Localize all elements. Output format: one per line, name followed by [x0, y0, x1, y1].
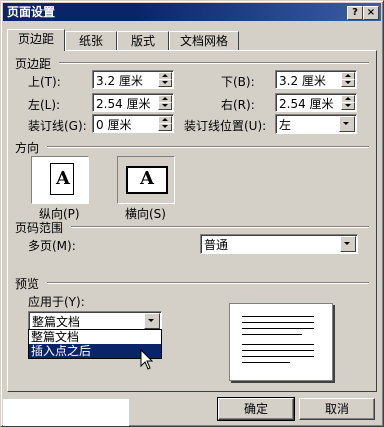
- apply-to-select[interactable]: 整篇文档: [28, 311, 162, 331]
- right-margin-spinner[interactable]: 2.54 厘米: [275, 93, 357, 112]
- preview-section-label: 预览: [15, 277, 40, 291]
- left-margin-spinner[interactable]: 2.54 厘米: [92, 93, 174, 112]
- left-margin-label: 左(L):: [28, 98, 61, 112]
- gutter-value: 0 厘米: [96, 118, 132, 132]
- tab-document-grid[interactable]: 文档网格: [169, 31, 239, 50]
- bottom-margin-label: 下(B):: [221, 75, 255, 89]
- blank-area: [3, 399, 129, 426]
- spin-down-icon[interactable]: [341, 102, 355, 110]
- top-margin-value: 3.2 厘米: [96, 74, 143, 88]
- apply-to-value: 整篇文档: [32, 315, 81, 329]
- spin-down-icon[interactable]: [158, 79, 172, 87]
- right-margin-label: 右(R):: [221, 98, 255, 112]
- orientation-section-label: 方向: [15, 141, 40, 155]
- cancel-button[interactable]: 取消: [299, 398, 375, 420]
- landscape-label[interactable]: 横向(S): [125, 205, 166, 222]
- pages-section-label: 页码范围: [15, 221, 64, 235]
- chevron-down-icon[interactable]: [144, 313, 160, 329]
- multiple-pages-label: 多页(M):: [28, 239, 76, 253]
- bottom-margin-value: 3.2 厘米: [279, 74, 326, 88]
- left-margin-value: 2.54 厘米: [96, 97, 151, 111]
- tab-margins[interactable]: 页边距: [7, 29, 65, 51]
- top-margin-spinner[interactable]: 3.2 厘米: [92, 70, 174, 89]
- gutter-position-select[interactable]: 左: [275, 114, 357, 134]
- landscape-page-icon: A: [126, 166, 168, 194]
- chevron-down-icon[interactable]: [340, 236, 356, 252]
- top-margin-label: 上(T):: [28, 75, 61, 89]
- preview-page: [229, 303, 333, 381]
- chevron-down-icon[interactable]: [339, 116, 355, 132]
- close-button[interactable]: ×: [363, 6, 379, 20]
- dialog-title: 页面设置: [7, 5, 56, 19]
- gutter-position-value: 左: [279, 118, 292, 132]
- apply-option-whole-document[interactable]: 整篇文档: [29, 330, 161, 344]
- landscape-option[interactable]: A: [117, 156, 175, 204]
- right-margin-value: 2.54 厘米: [279, 97, 334, 111]
- spin-down-icon[interactable]: [341, 79, 355, 87]
- margins-section-label: 页边距: [15, 57, 52, 71]
- portrait-option[interactable]: A: [31, 156, 89, 204]
- pages-divider: [71, 226, 369, 228]
- gutter-label: 装订线(G):: [28, 119, 87, 133]
- tab-layout[interactable]: 版式: [117, 31, 169, 50]
- spin-down-icon[interactable]: [158, 102, 172, 110]
- title-bar[interactable]: 页面设置 ? ×: [3, 3, 381, 21]
- apply-to-label: 应用于(Y):: [28, 295, 85, 309]
- gutter-position-label: 装订线位置(U):: [184, 119, 267, 133]
- orientation-divider: [47, 146, 369, 148]
- multiple-pages-value: 普通: [204, 238, 229, 252]
- tab-paper[interactable]: 纸张: [65, 31, 117, 50]
- multiple-pages-select[interactable]: 普通: [200, 234, 358, 254]
- preview-divider: [47, 282, 369, 284]
- portrait-page-icon: A: [50, 163, 74, 195]
- page-setup-dialog: 页面设置 ? × 页边距 纸张 版式 文档网格 页边距 上(T): 3.2 厘米…: [0, 0, 384, 427]
- ok-button[interactable]: 确定: [217, 397, 295, 421]
- help-button[interactable]: ?: [347, 6, 363, 20]
- mouse-pointer-icon: [140, 349, 154, 370]
- spin-down-icon[interactable]: [158, 123, 172, 131]
- gutter-spinner[interactable]: 0 厘米: [92, 114, 174, 133]
- bottom-margin-spinner[interactable]: 3.2 厘米: [275, 70, 357, 89]
- margins-divider: [59, 62, 369, 64]
